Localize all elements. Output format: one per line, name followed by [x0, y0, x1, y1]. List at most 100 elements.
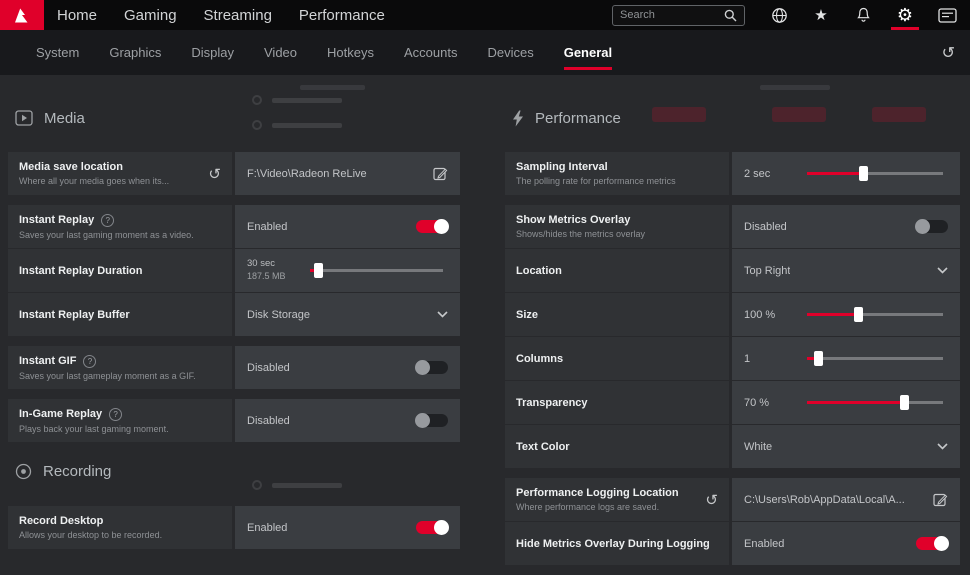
reset-logging-location-icon[interactable]: ↺	[705, 491, 718, 509]
tab-graphics[interactable]: Graphics	[94, 30, 176, 75]
edit-logging-location-icon[interactable]	[925, 492, 948, 507]
star-favorites-icon[interactable]: ★	[800, 0, 842, 30]
performance-section-header: Performance	[505, 107, 960, 129]
media-save-location-group: Media save location Where all your media…	[8, 152, 460, 195]
performance-section-title: Performance	[535, 110, 621, 127]
setting-title: Show Metrics Overlay	[516, 214, 630, 226]
nav-home[interactable]: Home	[57, 7, 97, 24]
hide-metrics-overlay-state: Enabled	[744, 538, 784, 550]
chevron-down-icon	[937, 267, 948, 274]
columns-slider[interactable]	[807, 357, 943, 360]
setting-description: Where all your media goes when its...	[19, 176, 169, 186]
row-instant-gif: Instant GIF ? Saves your last gameplay m…	[8, 346, 460, 389]
globe-icon[interactable]	[758, 0, 800, 30]
in-game-replay-group: In-Game Replay ? Plays back your last ga…	[8, 399, 460, 442]
row-in-game-replay: In-Game Replay ? Plays back your last ga…	[8, 399, 460, 442]
performance-column: Performance Sampling Interval The pollin…	[505, 75, 960, 575]
slider-thumb[interactable]	[854, 307, 863, 322]
setting-title: Columns	[516, 353, 563, 365]
instant-replay-duration-value: 30 sec 187.5 MB	[247, 258, 302, 282]
media-save-location-label-cell: Media save location Where all your media…	[8, 152, 232, 195]
setting-description: Shows/hides the metrics overlay	[516, 229, 645, 239]
location-dropdown[interactable]: Top Right	[732, 249, 960, 292]
help-icon[interactable]: ?	[101, 214, 114, 227]
media-save-location-path: F:\Video\Radeon ReLive	[247, 168, 367, 180]
sampling-interval-slider[interactable]	[807, 172, 943, 175]
row-columns: Columns 1	[505, 337, 960, 380]
search-icon	[724, 9, 737, 22]
setting-title: Performance Logging Location	[516, 487, 679, 499]
notifications-bell-icon[interactable]	[842, 0, 884, 30]
setting-title: Record Desktop	[19, 515, 103, 527]
media-section-header: Media	[8, 107, 460, 129]
slider-thumb[interactable]	[314, 263, 323, 278]
instant-replay-toggle[interactable]	[416, 220, 448, 233]
help-icon[interactable]: ?	[109, 408, 122, 421]
nav-performance[interactable]: Performance	[299, 7, 385, 24]
setting-title: Size	[516, 309, 538, 321]
row-text-color: Text Color White	[505, 425, 960, 468]
tab-devices[interactable]: Devices	[472, 30, 548, 75]
radeon-logo-mark	[13, 7, 32, 24]
sampling-interval-group: Sampling Interval The polling rate for p…	[505, 152, 960, 195]
gear-settings-icon[interactable]: ⚙	[884, 0, 926, 30]
tab-system[interactable]: System	[21, 30, 94, 75]
edit-media-save-location-icon[interactable]	[425, 166, 448, 181]
metrics-overlay-group: Show Metrics Overlay Shows/hides the met…	[505, 205, 960, 468]
setting-title: Media save location	[19, 161, 123, 173]
search-input[interactable]	[620, 9, 724, 21]
size-slider[interactable]	[807, 313, 943, 316]
setting-description: The polling rate for performance metrics	[516, 176, 676, 186]
setting-title: Location	[516, 265, 562, 277]
row-instant-replay-duration: Instant Replay Duration 30 sec 187.5 MB	[8, 249, 460, 292]
instant-replay-buffer-dropdown[interactable]: Disk Storage	[235, 293, 460, 336]
record-desktop-toggle[interactable]	[416, 521, 448, 534]
show-metrics-overlay-toggle[interactable]	[916, 220, 948, 233]
instant-replay-state: Enabled	[247, 221, 287, 233]
recording-section-title: Recording	[43, 463, 111, 480]
transparency-slider[interactable]	[807, 401, 943, 404]
media-icon	[15, 110, 33, 126]
size-value: 100 %	[744, 309, 799, 321]
row-instant-replay-buffer: Instant Replay Buffer Disk Storage	[8, 293, 460, 336]
hide-metrics-overlay-toggle[interactable]	[916, 537, 948, 550]
setting-description: Saves your last gaming moment as a video…	[19, 230, 194, 240]
nav-gaming[interactable]: Gaming	[124, 7, 177, 24]
tab-hotkeys[interactable]: Hotkeys	[312, 30, 389, 75]
slider-thumb[interactable]	[900, 395, 909, 410]
instant-gif-state: Disabled	[247, 362, 290, 374]
recording-section-header: Recording	[8, 460, 460, 482]
in-game-replay-toggle[interactable]	[416, 414, 448, 427]
tab-display[interactable]: Display	[176, 30, 249, 75]
setting-title: Instant GIF	[19, 355, 76, 367]
setting-description: Allows your desktop to be recorded.	[19, 530, 162, 540]
setting-title: Text Color	[516, 441, 570, 453]
reset-media-save-location-icon[interactable]: ↺	[208, 165, 221, 183]
logging-location-path: C:\Users\Rob\AppData\Local\A...	[744, 494, 905, 506]
setting-title: In-Game Replay	[19, 408, 102, 420]
show-metrics-overlay-state: Disabled	[744, 221, 787, 233]
text-color-dropdown[interactable]: White	[732, 425, 960, 468]
media-recording-column: Media Media save location Where all your…	[8, 75, 460, 559]
transparency-value: 70 %	[744, 397, 799, 409]
search-box[interactable]	[612, 5, 745, 26]
tab-video[interactable]: Video	[249, 30, 312, 75]
restore-defaults-icon[interactable]: ↺	[942, 43, 955, 63]
nav-streaming[interactable]: Streaming	[204, 7, 272, 24]
radeon-software-logo[interactable]	[0, 0, 44, 30]
media-section-title: Media	[44, 110, 85, 127]
slider-thumb[interactable]	[814, 351, 823, 366]
instant-gif-toggle[interactable]	[416, 361, 448, 374]
feed-icon[interactable]	[926, 0, 968, 30]
lightning-bolt-icon	[512, 110, 524, 127]
tab-general[interactable]: General	[549, 30, 627, 75]
setting-title: Hide Metrics Overlay During Logging	[516, 538, 710, 550]
row-show-metrics-overlay: Show Metrics Overlay Shows/hides the met…	[505, 205, 960, 248]
help-icon[interactable]: ?	[83, 355, 96, 368]
settings-tab-bar: System Graphics Display Video Hotkeys Ac…	[0, 30, 970, 75]
tab-accounts[interactable]: Accounts	[389, 30, 472, 75]
row-hide-metrics-overlay-during-logging: Hide Metrics Overlay During Logging Enab…	[505, 522, 960, 565]
logging-group: Performance Logging Location Where perfo…	[505, 478, 960, 565]
instant-replay-duration-slider[interactable]	[310, 269, 443, 272]
slider-thumb[interactable]	[859, 166, 868, 181]
